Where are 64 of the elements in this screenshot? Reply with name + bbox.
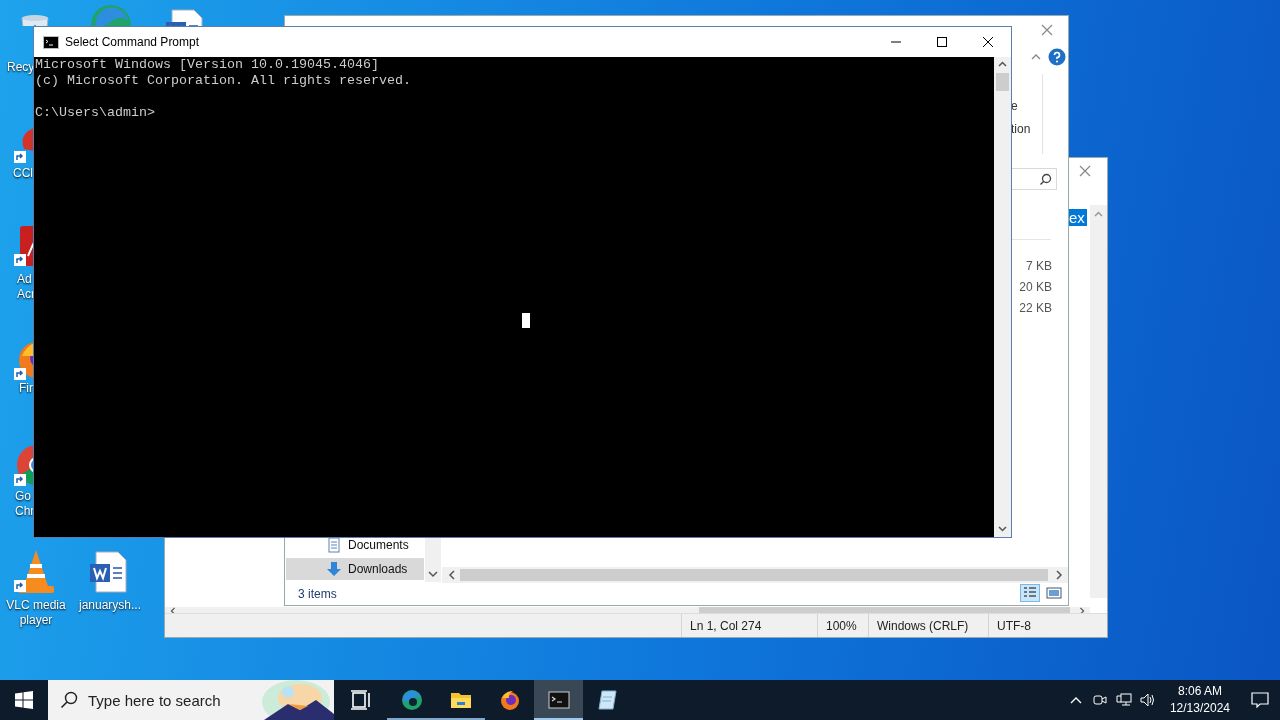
status-bar-field: 100%: [817, 614, 868, 637]
cmd-icon: [547, 689, 570, 711]
scroll-right-icon[interactable]: [1054, 570, 1064, 580]
help-icon[interactable]: [1048, 48, 1066, 66]
ribbon-label: e: [1011, 99, 1018, 113]
command-prompt-line[interactable]: C:\Users\admin>: [35, 105, 994, 121]
status-bar-field: Ln 1, Col 274: [681, 614, 817, 637]
desktop-icon-label: CCl: [13, 166, 33, 181]
vertical-scrollbar[interactable]: [994, 57, 1011, 537]
close-icon[interactable]: [1078, 164, 1092, 178]
preview-pane-icon: [1045, 585, 1063, 601]
desktop-icon-label: VLC media player: [5, 598, 67, 628]
firefox-icon: [498, 689, 521, 711]
terminal-icon: [43, 35, 59, 49]
scroll-right-icon[interactable]: [1078, 607, 1086, 615]
scroll-left-icon[interactable]: [447, 570, 457, 580]
window-title: Select Command Prompt: [65, 35, 201, 49]
camera-icon: [1092, 693, 1107, 707]
scroll-down-icon[interactable]: [428, 570, 438, 578]
close-icon: [982, 36, 994, 48]
status-bar-field: UTF-8: [988, 614, 1106, 637]
notepad-icon: [596, 689, 619, 711]
network-icon: [1115, 693, 1132, 707]
file-size: 20 KB: [1018, 280, 1052, 294]
status-bar-field: Windows (CRLF): [868, 614, 988, 637]
collapse-ribbon-icon[interactable]: [1030, 52, 1042, 62]
scroll-up-icon[interactable]: [998, 61, 1007, 68]
details-view-button[interactable]: [1020, 584, 1040, 602]
scroll-left-icon[interactable]: [169, 607, 177, 615]
scrollbar-thumb[interactable]: [996, 73, 1009, 91]
file-size: 7 KB: [1025, 259, 1052, 273]
edge-icon: [400, 689, 423, 711]
desktop-icon-label: Ad Acr: [17, 272, 35, 302]
search-icon: [60, 691, 78, 709]
close-icon[interactable]: [1040, 23, 1054, 37]
volume-icon: [1139, 693, 1156, 707]
clock[interactable]: 8:06 AM 12/13/2024: [1159, 683, 1240, 717]
scrollbar-thumb[interactable]: [460, 569, 1048, 581]
ribbon-label: tion: [1011, 122, 1031, 136]
speech-bubble-icon: [1251, 692, 1269, 708]
nav-item[interactable]: Downloads: [286, 558, 424, 580]
scroll-down-icon[interactable]: [998, 525, 1007, 532]
text-cursor: [522, 313, 530, 328]
search-placeholder: Type here to search: [88, 691, 221, 709]
horizontal-scrollbar[interactable]: [442, 567, 1068, 583]
search-box[interactable]: Type here to search: [48, 680, 334, 720]
console-line: (c) Microsoft Corporation. All rights reserved.: [35, 73, 412, 89]
cmd-taskbar-button[interactable]: [534, 680, 583, 720]
nav-item[interactable]: Documents: [286, 534, 424, 556]
vertical-scrollbar[interactable]: [1090, 205, 1107, 598]
desktop-icon-label: Fir: [19, 381, 33, 396]
preview-view-button[interactable]: [1044, 584, 1064, 602]
desktop-icon-label: Go Chr: [15, 489, 35, 519]
maximize-icon: [936, 36, 948, 48]
console-line: Microsoft Windows [Version 10.0.19045.4046]: [35, 57, 380, 73]
item-count: 3 items: [298, 587, 337, 601]
search-icon: [1039, 173, 1052, 186]
desktop-icon-label: januarysh...: [77, 598, 142, 613]
windows-logo-icon: [15, 691, 33, 709]
task-view-icon: [350, 689, 372, 711]
file-size: 22 KB: [1018, 301, 1052, 315]
down-arrow-icon: [326, 561, 342, 577]
caret-icon: [1069, 696, 1082, 704]
desktop-icon-label: Recy: [7, 60, 35, 75]
